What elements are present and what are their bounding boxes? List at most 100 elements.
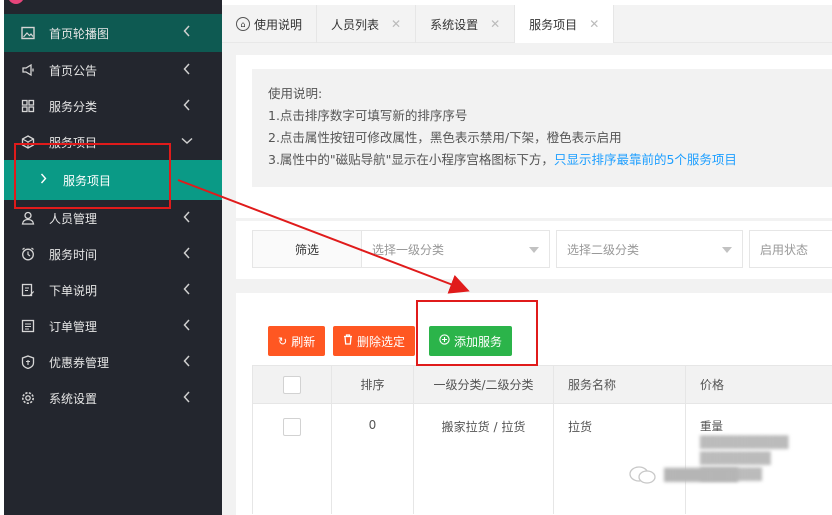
chevron-left-icon [180, 98, 194, 112]
sidebar-item-banner[interactable]: 首页轮播图 [4, 14, 222, 52]
plus-circle-icon [439, 334, 450, 348]
category1-select[interactable]: 选择一级分类 [362, 230, 550, 268]
chevron-left-icon [180, 246, 194, 260]
delete-selected-button[interactable]: 删除选定 [333, 326, 416, 356]
tab-bar: ⌂ 使用说明 人员列表 ✕ 系统设置 ✕ 服务项目 ✕ [222, 5, 832, 43]
sidebar-item-label: 服务时间 [49, 247, 98, 262]
notice-card: 使用说明: 1.点击排序数字可填写新的排序序号 2.点击属性按钮可修改属性，黑色… [236, 55, 832, 218]
tab-staff-list[interactable]: 人员列表 ✕ [317, 5, 417, 43]
close-icon[interactable]: ✕ [391, 17, 401, 31]
refresh-icon: ↻ [278, 334, 288, 348]
sidebar-top [4, 0, 222, 14]
sidebar-subitem-service[interactable]: 服务项目 [4, 160, 222, 200]
button-label: 删除选定 [357, 334, 406, 349]
tab-system-settings[interactable]: 系统设置 ✕ [416, 5, 516, 43]
chevron-left-icon [180, 62, 194, 76]
close-icon[interactable]: ✕ [589, 17, 599, 31]
select-all-checkbox[interactable] [283, 375, 301, 394]
coupon-icon [20, 354, 36, 370]
service-table: 排序 一级分类/二级分类 服务名称 价格 0 搬家拉货 / 拉货 拉货 重量 █… [252, 365, 832, 514]
header-select-all [252, 366, 332, 403]
chevron-left-icon [180, 210, 194, 224]
table-row: 0 搬家拉货 / 拉货 拉货 重量 ██████████ ████████ ██… [252, 404, 832, 514]
sidebar-item-label: 订单管理 [49, 319, 98, 334]
user-icon [20, 210, 36, 226]
row-category: 搬家拉货 / 拉货 [414, 404, 554, 514]
notice-highlight: 只显示排序最靠前的5个服务项目 [553, 152, 737, 167]
select-placeholder: 选择二级分类 [567, 242, 640, 257]
chevron-right-icon [40, 173, 47, 187]
sidebar: 首页轮播图 首页公告 服务分类 服务项目 服务项目 人员管理 服务时间 下单说明… [4, 0, 222, 515]
notice-line-text: 3.属性中的"磁贴导航"显示在小程序宫格图标下方， [268, 152, 554, 167]
header-sort: 排序 [332, 366, 414, 403]
wechat-icon [628, 465, 658, 485]
chevron-left-icon [180, 24, 194, 38]
chevron-down-icon [180, 134, 194, 148]
sidebar-item-time[interactable]: 服务时间 [4, 236, 222, 272]
tab-label: 服务项目 [529, 17, 578, 32]
filter-label: 筛选 [252, 230, 362, 268]
megaphone-icon [20, 62, 36, 78]
sidebar-item-category[interactable]: 服务分类 [4, 88, 222, 124]
tab-instructions[interactable]: ⌂ 使用说明 [222, 5, 318, 43]
chevron-left-icon [180, 318, 194, 332]
sidebar-item-settings[interactable]: 系统设置 [4, 380, 222, 416]
sidebar-item-label: 服务分类 [49, 99, 98, 114]
cube-icon [20, 134, 36, 150]
sidebar-item-label: 首页轮播图 [49, 26, 110, 41]
main-content: 使用说明: 1.点击排序数字可填写新的排序序号 2.点击属性按钮可修改属性，黑色… [222, 43, 832, 515]
table-header: 排序 一级分类/二级分类 服务名称 价格 [252, 366, 832, 404]
caret-down-icon [529, 247, 539, 253]
watermark: ████████ [628, 465, 738, 485]
row-service-name: 拉货 [554, 404, 686, 514]
price-title: 重量 [700, 419, 723, 433]
close-icon[interactable]: ✕ [490, 17, 500, 31]
sidebar-item-label: 优惠券管理 [49, 355, 110, 370]
notice-line: 1.点击排序数字可填写新的排序序号 [268, 108, 468, 123]
watermark-text: ████████ [664, 468, 738, 482]
sidebar-item-coupons[interactable]: 优惠券管理 [4, 344, 222, 380]
notice-line: 2.点击属性按钮可修改属性，黑色表示禁用/下架，橙色表示启用 [268, 130, 622, 145]
status-select[interactable]: 启用状态 [749, 230, 832, 268]
notice-title: 使用说明: [268, 86, 323, 101]
price-blurred-line: ██████████ [700, 435, 789, 449]
row-price: 重量 ██████████ ████████ ███████ [686, 404, 832, 514]
sidebar-item-order-notes[interactable]: 下单说明 [4, 272, 222, 308]
chevron-left-icon [180, 390, 194, 404]
sidebar-item-label: 人员管理 [49, 211, 98, 226]
header-service-name: 服务名称 [554, 366, 686, 403]
gear-icon [20, 390, 36, 406]
sidebar-item-label: 服务项目 [49, 135, 98, 150]
row-select [252, 404, 332, 514]
sidebar-item-service[interactable]: 服务项目 [4, 124, 222, 160]
add-service-button[interactable]: 添加服务 [429, 326, 513, 356]
chevron-left-icon [180, 354, 194, 368]
tab-label: 人员列表 [331, 17, 380, 32]
select-placeholder: 启用状态 [760, 242, 809, 257]
edit-icon [20, 282, 36, 298]
sidebar-subitem-label: 服务项目 [63, 173, 112, 188]
select-placeholder: 选择一级分类 [372, 242, 445, 257]
sidebar-item-orders[interactable]: 订单管理 [4, 308, 222, 344]
home-icon: ⌂ [236, 17, 250, 31]
tab-service-items[interactable]: 服务项目 ✕ [515, 5, 615, 43]
row-sort[interactable]: 0 [332, 404, 414, 514]
tab-label: 系统设置 [430, 17, 479, 32]
sidebar-item-label: 下单说明 [49, 283, 98, 298]
logo-icon [8, 0, 24, 4]
sidebar-item-staff[interactable]: 人员管理 [4, 200, 222, 236]
grid-icon [20, 98, 36, 114]
chevron-left-icon [180, 282, 194, 296]
category2-select[interactable]: 选择二级分类 [556, 230, 743, 268]
refresh-button[interactable]: ↻ 刷新 [268, 326, 326, 356]
list-icon [20, 318, 36, 334]
service-panel: ↻ 刷新 删除选定 添加服务 排序 一级分类/二级分类 服务名称 价格 0 搬家… [236, 293, 832, 515]
tab-label: 使用说明 [254, 17, 303, 32]
price-blurred-line: ████████ [700, 451, 771, 465]
button-label: 刷新 [291, 334, 316, 349]
sidebar-item-notice[interactable]: 首页公告 [4, 52, 222, 88]
image-icon [20, 25, 36, 41]
row-checkbox[interactable] [283, 418, 301, 436]
notice-text: 使用说明: 1.点击排序数字可填写新的排序序号 2.点击属性按钮可修改属性，黑色… [252, 69, 832, 187]
filter-bar: 筛选 选择一级分类 选择二级分类 启用状态 [236, 221, 832, 279]
